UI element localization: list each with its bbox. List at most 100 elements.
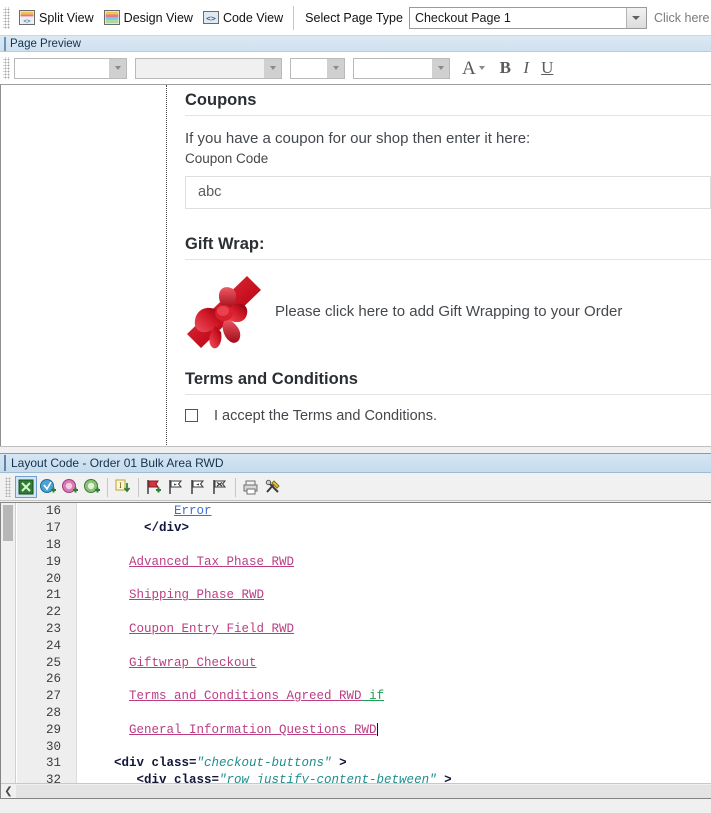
code-toolbar-grip[interactable] — [5, 477, 11, 497]
insert-text-icon[interactable]: I — [112, 476, 134, 498]
format-toolbar-grip[interactable] — [3, 57, 10, 79]
toolbar-grip[interactable] — [3, 6, 10, 29]
add-bookmark-icon[interactable] — [143, 476, 165, 498]
code-line[interactable]: 29 General Information Questions RWD — [17, 721, 711, 738]
underline-button[interactable]: U — [537, 58, 558, 78]
page-preview-title: Page Preview — [10, 37, 81, 50]
split-view-button[interactable]: <> Split View — [14, 5, 99, 31]
code-line-text: Error — [76, 504, 212, 518]
terms-checkbox[interactable] — [185, 409, 198, 423]
code-line[interactable]: 28 — [17, 705, 711, 722]
code-line[interactable]: 22 — [17, 604, 711, 621]
print-icon[interactable] — [240, 476, 262, 498]
layout-code-panel: Layout Code - Order 01 Bulk Area RWD I 1… — [0, 453, 711, 813]
coupon-code-input[interactable]: abc — [185, 175, 711, 209]
code-view-button[interactable]: <> Code View — [198, 5, 288, 31]
scroll-left-icon[interactable]: ❮ — [1, 784, 16, 798]
chevron-down-icon[interactable] — [327, 58, 344, 78]
code-horizontal-scrollbar[interactable]: ❮ — [1, 783, 711, 798]
font-size-dropdown[interactable] — [290, 57, 345, 79]
chevron-down-icon[interactable] — [432, 58, 449, 78]
code-token[interactable]: Error — [174, 504, 212, 518]
design-view-label: Design View — [123, 10, 193, 25]
code-token[interactable]: Advanced Tax Phase RWD — [129, 555, 294, 569]
chevron-down-icon[interactable] — [625, 7, 646, 28]
code-line-text: Shipping Phase RWD — [76, 588, 264, 602]
chevron-down-icon[interactable] — [264, 58, 281, 78]
line-number: 23 — [45, 621, 61, 636]
prev-bookmark-icon[interactable] — [187, 476, 209, 498]
divider — [185, 115, 711, 116]
italic-button[interactable]: I — [516, 58, 537, 78]
code-token[interactable]: Coupon Entry Field RWD — [129, 622, 294, 636]
code-line[interactable]: 25 Giftwrap Checkout — [17, 654, 711, 671]
code-token: "checkout-buttons" — [196, 756, 332, 771]
terms-checkbox-row[interactable]: I accept the Terms and Conditions. — [185, 408, 711, 424]
divider — [185, 393, 711, 395]
giftwrap-section: Gift Wrap: Please click here to add Gift… — [185, 229, 711, 350]
code-line[interactable]: 30 — [17, 738, 711, 755]
add-pink-tag-icon[interactable] — [59, 476, 81, 498]
code-line[interactable]: 17 </div> — [17, 520, 711, 537]
line-number: 24 — [45, 638, 61, 653]
code-line[interactable]: 23 Coupon Entry Field RWD — [17, 621, 711, 638]
line-number: 27 — [45, 689, 61, 704]
line-number: 29 — [45, 722, 61, 737]
code-token[interactable]: Giftwrap Checkout — [129, 656, 257, 670]
toolbar-hint-text: Click here to see e — [653, 10, 711, 25]
font-color-button[interactable]: A — [462, 59, 485, 78]
toolbar-separator — [235, 477, 236, 497]
code-line[interactable]: 19 Advanced Tax Phase RWD — [17, 553, 711, 570]
design-view-button[interactable]: Design View — [99, 5, 198, 31]
view-toolbar: <> Split View Design View <> Code View S… — [0, 0, 711, 36]
line-number: 25 — [45, 655, 61, 670]
line-number: 31 — [45, 756, 61, 771]
preview-main-column: Coupons If you have a coupon for our sho… — [168, 85, 711, 453]
code-editor[interactable]: 16 Error 17 </div> 18 19 Advanced Tax Phase… — [0, 502, 711, 799]
line-number: 26 — [45, 672, 61, 687]
code-token[interactable]: General Information Questions RWD — [129, 723, 377, 737]
code-token[interactable]: Shipping Phase RWD — [129, 588, 264, 602]
chevron-down-icon[interactable] — [478, 66, 485, 70]
code-line[interactable]: 24 — [17, 637, 711, 654]
close-all-icon[interactable] — [15, 476, 37, 498]
code-line[interactable]: 20 — [17, 570, 711, 587]
extra-dropdown[interactable] — [353, 57, 450, 79]
code-line[interactable]: 26 — [17, 671, 711, 688]
code-token: <div class= — [114, 756, 197, 771]
next-bookmark-icon[interactable] — [165, 476, 187, 498]
line-number: 28 — [45, 705, 61, 720]
code-line[interactable]: 21 Shipping Phase RWD — [17, 587, 711, 604]
gift-bow-icon[interactable] — [185, 274, 263, 350]
scrollbar-track[interactable] — [16, 785, 711, 798]
clear-bookmark-icon[interactable] — [209, 476, 231, 498]
code-line[interactable]: 18 — [17, 537, 711, 554]
tools-icon[interactable] — [262, 476, 284, 498]
giftwrap-heading: Gift Wrap: — [185, 234, 265, 253]
code-line[interactable]: 16 Error — [17, 503, 711, 520]
font-family-dropdown[interactable] — [14, 57, 127, 79]
code-token: </div> — [144, 521, 190, 536]
chevron-down-icon[interactable] — [109, 58, 126, 78]
select-page-type-label: Select Page Type — [305, 10, 403, 25]
code-token: if — [361, 689, 385, 704]
code-lines-container[interactable]: 16 Error 17 </div> 18 19 Advanced Tax Phase… — [17, 503, 711, 798]
add-green-tag-icon[interactable] — [81, 476, 103, 498]
giftwrap-row[interactable]: Please click here to add Gift Wrapping t… — [185, 274, 711, 350]
titlebar-accent — [4, 36, 6, 51]
page-type-dropdown[interactable]: Checkout Page 1 — [408, 6, 647, 29]
code-line[interactable]: 31 <div class="checkout-buttons" > — [17, 755, 711, 772]
divider — [185, 258, 711, 260]
svg-text:<>: <> — [23, 18, 31, 25]
bold-button[interactable]: B — [495, 58, 516, 78]
scrollbar-thumb[interactable] — [3, 505, 13, 541]
code-line-text: <div class="checkout-buttons" > — [76, 756, 347, 770]
code-vertical-scrollbar[interactable] — [1, 503, 16, 798]
paragraph-style-dropdown[interactable] — [135, 57, 282, 79]
code-line[interactable]: 27 Terms and Conditions Agreed RWD if — [17, 688, 711, 705]
add-blue-tag-icon[interactable] — [37, 476, 59, 498]
code-token[interactable]: Terms and Conditions Agreed RWD — [129, 689, 362, 703]
preview-left-column — [1, 85, 167, 453]
